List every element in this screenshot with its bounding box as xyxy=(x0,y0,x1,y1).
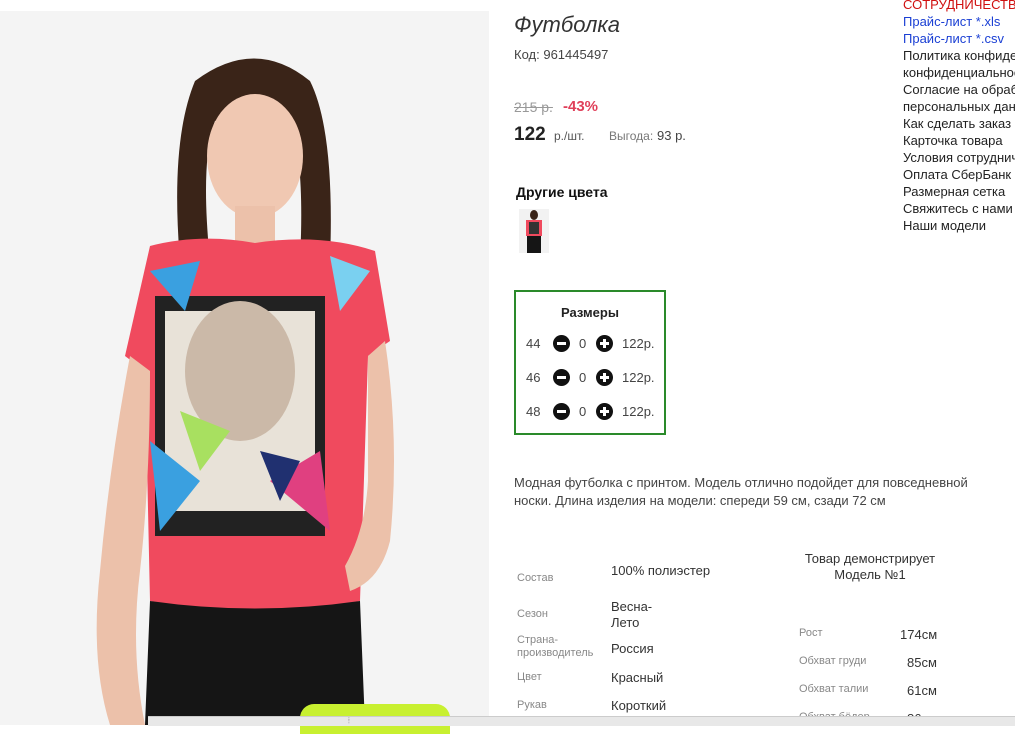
attribute-value: Короткий xyxy=(611,698,667,713)
model-row-label: Обхват талии xyxy=(799,683,869,695)
sizes-panel: Размеры 44 0 122р. 46 0 122р. 48 0 122р. xyxy=(514,290,666,435)
model-row-value: 61см xyxy=(907,683,937,698)
attribute-label: Сезон xyxy=(517,608,548,620)
size-price: 122р. xyxy=(622,404,655,419)
product-description: Модная футболка с принтом. Модель отличн… xyxy=(514,475,968,508)
minus-circle-icon[interactable] xyxy=(553,403,570,420)
size-row: 46 0 122р. xyxy=(516,368,664,388)
sidebar-item-size-chart[interactable]: Размерная сетка xyxy=(903,183,1015,200)
sidebar-item-price-xls[interactable]: Прайс-лист *.xls xyxy=(903,13,1015,30)
size-price: 122р. xyxy=(622,370,655,385)
minus-circle-icon[interactable] xyxy=(553,335,570,352)
size-label: 44 xyxy=(526,336,541,351)
sidebar-menu: СОТРУДНИЧЕСТВО Прайс-лист *.xls Прайс-ли… xyxy=(903,0,1015,234)
color-variant-thumbnail[interactable] xyxy=(519,209,549,253)
sidebar-item-privacy-cont[interactable]: конфиденциальности xyxy=(903,64,1015,81)
size-label: 48 xyxy=(526,404,541,419)
scrollbar-grip-icon[interactable]: ⦙ xyxy=(348,716,356,725)
size-row: 44 0 122р. xyxy=(516,334,664,354)
attribute-value: Россия xyxy=(611,641,654,656)
plus-circle-icon[interactable] xyxy=(596,335,613,352)
attribute-value: Красный xyxy=(611,670,664,685)
model-header: Товар демонстрирует Модель №1 xyxy=(804,551,936,582)
model-row-value: 85см xyxy=(907,655,937,670)
price-unit: р./шт. xyxy=(554,129,585,143)
sidebar-item-consent-cont[interactable]: персональных данных xyxy=(903,98,1015,115)
sidebar-item-models[interactable]: Наши модели xyxy=(903,217,1015,234)
sidebar-item-sberbank[interactable]: Оплата СберБанк xyxy=(903,166,1015,183)
product-code: Код: 961445497 xyxy=(514,47,608,62)
sidebar-item-how-to-order[interactable]: Как сделать заказ xyxy=(903,115,1015,132)
sidebar-item-cooperation[interactable]: СОТРУДНИЧЕСТВО xyxy=(903,0,1015,13)
size-row: 48 0 122р. xyxy=(516,402,664,422)
plus-circle-icon[interactable] xyxy=(596,369,613,386)
attribute-value: 100% полиэстер xyxy=(611,563,711,578)
product-title: Футболка xyxy=(514,12,620,37)
price: 122 xyxy=(514,124,546,145)
attribute-value: Весна-Лето xyxy=(611,599,653,630)
attribute-label: Состав xyxy=(517,572,554,584)
old-price: 215 р. xyxy=(514,99,553,115)
sidebar-item-consent[interactable]: Согласие на обработку xyxy=(903,81,1015,98)
quantity-value: 0 xyxy=(579,336,587,351)
attribute-label: Рукав xyxy=(517,699,547,711)
attribute-label: Страна-производитель xyxy=(517,634,594,659)
sidebar-item-terms[interactable]: Условия сотрудничества xyxy=(903,149,1015,166)
quantity-value: 0 xyxy=(579,370,587,385)
attribute-label: Цвет xyxy=(517,671,542,683)
discount-badge: -43% xyxy=(563,98,599,115)
sizes-title: Размеры xyxy=(561,305,619,320)
size-price: 122р. xyxy=(622,336,655,351)
model-row-value: 174см xyxy=(900,627,938,642)
minus-circle-icon[interactable] xyxy=(553,369,570,386)
quantity-value: 0 xyxy=(579,404,587,419)
sidebar-item-product-card[interactable]: Карточка товара xyxy=(903,132,1015,149)
sidebar-item-contact[interactable]: Свяжитесь с нами xyxy=(903,200,1015,217)
profit-value: 93 р. xyxy=(657,128,686,143)
profit-label: Выгода: xyxy=(609,129,654,143)
model-row-label: Обхват груди xyxy=(799,655,867,667)
size-label: 46 xyxy=(526,370,541,385)
other-colors-title: Другие цвета xyxy=(516,184,608,200)
product-photo[interactable] xyxy=(0,11,489,725)
product-code-label: Код: xyxy=(514,47,540,62)
sidebar-item-privacy[interactable]: Политика конфиденциальности xyxy=(903,47,1015,64)
sidebar-item-price-csv[interactable]: Прайс-лист *.csv xyxy=(903,30,1015,47)
product-code-value: 961445497 xyxy=(543,47,609,62)
plus-circle-icon[interactable] xyxy=(596,403,613,420)
model-row-label: Рост xyxy=(799,627,823,639)
